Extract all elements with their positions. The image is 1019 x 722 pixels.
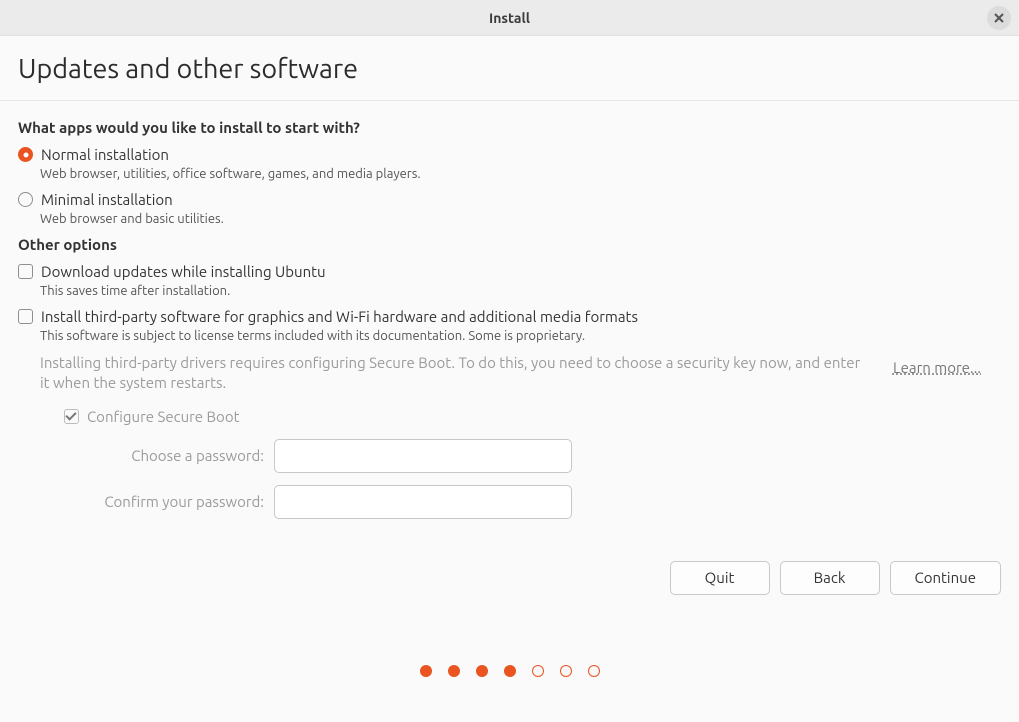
close-button[interactable]: [987, 6, 1011, 30]
page-title: Updates and other software: [0, 36, 1019, 100]
radio-label: Normal installation: [41, 146, 169, 163]
confirm-password-input[interactable]: [274, 485, 572, 519]
progress-dots: [0, 665, 1019, 677]
checkbox-label: Install third-party software for graphic…: [41, 308, 638, 325]
button-row: Quit Back Continue: [0, 531, 1019, 595]
progress-dot: [504, 665, 516, 677]
radio-label: Minimal installation: [41, 191, 173, 208]
checkbox-third-party[interactable]: Install third-party software for graphic…: [18, 308, 1001, 325]
download-updates-desc: This saves time after installation.: [40, 284, 1001, 298]
titlebar: Install: [0, 0, 1019, 36]
progress-dot: [476, 665, 488, 677]
confirm-password-label: Confirm your password:: [64, 493, 274, 510]
secure-boot-block: Installing third-party drivers requires …: [40, 353, 1001, 519]
progress-dot: [420, 665, 432, 677]
checkbox-icon: [64, 409, 79, 424]
learn-more-link[interactable]: Learn more...: [893, 359, 981, 376]
progress-dot: [588, 665, 600, 677]
radio-minimal-installation[interactable]: Minimal installation: [18, 191, 1001, 208]
checkbox-download-updates[interactable]: Download updates while installing Ubuntu: [18, 263, 1001, 280]
quit-button[interactable]: Quit: [670, 561, 770, 595]
continue-button[interactable]: Continue: [890, 561, 1001, 595]
close-icon: [994, 13, 1004, 23]
progress-dot: [448, 665, 460, 677]
radio-icon: [18, 147, 33, 162]
progress-dot: [560, 665, 572, 677]
window-title: Install: [489, 10, 530, 26]
third-party-desc: This software is subject to license term…: [40, 329, 1001, 343]
checkbox-label: Configure Secure Boot: [87, 408, 240, 425]
radio-icon: [18, 192, 33, 207]
apps-section-title: What apps would you like to install to s…: [18, 119, 1001, 136]
checkbox-icon: [18, 264, 33, 279]
checkbox-configure-secure-boot[interactable]: Configure Secure Boot: [64, 408, 981, 425]
checkbox-icon: [18, 309, 33, 324]
choose-password-input[interactable]: [274, 439, 572, 473]
progress-dot: [532, 665, 544, 677]
minimal-installation-desc: Web browser and basic utilities.: [40, 212, 1001, 226]
radio-normal-installation[interactable]: Normal installation: [18, 146, 1001, 163]
checkbox-label: Download updates while installing Ubuntu: [41, 263, 326, 280]
secure-boot-info: Installing third-party drivers requires …: [40, 353, 870, 394]
other-options-title: Other options: [18, 236, 1001, 253]
normal-installation-desc: Web browser, utilities, office software,…: [40, 167, 1001, 181]
choose-password-label: Choose a password:: [64, 447, 274, 464]
content: What apps would you like to install to s…: [0, 101, 1019, 519]
back-button[interactable]: Back: [780, 561, 880, 595]
